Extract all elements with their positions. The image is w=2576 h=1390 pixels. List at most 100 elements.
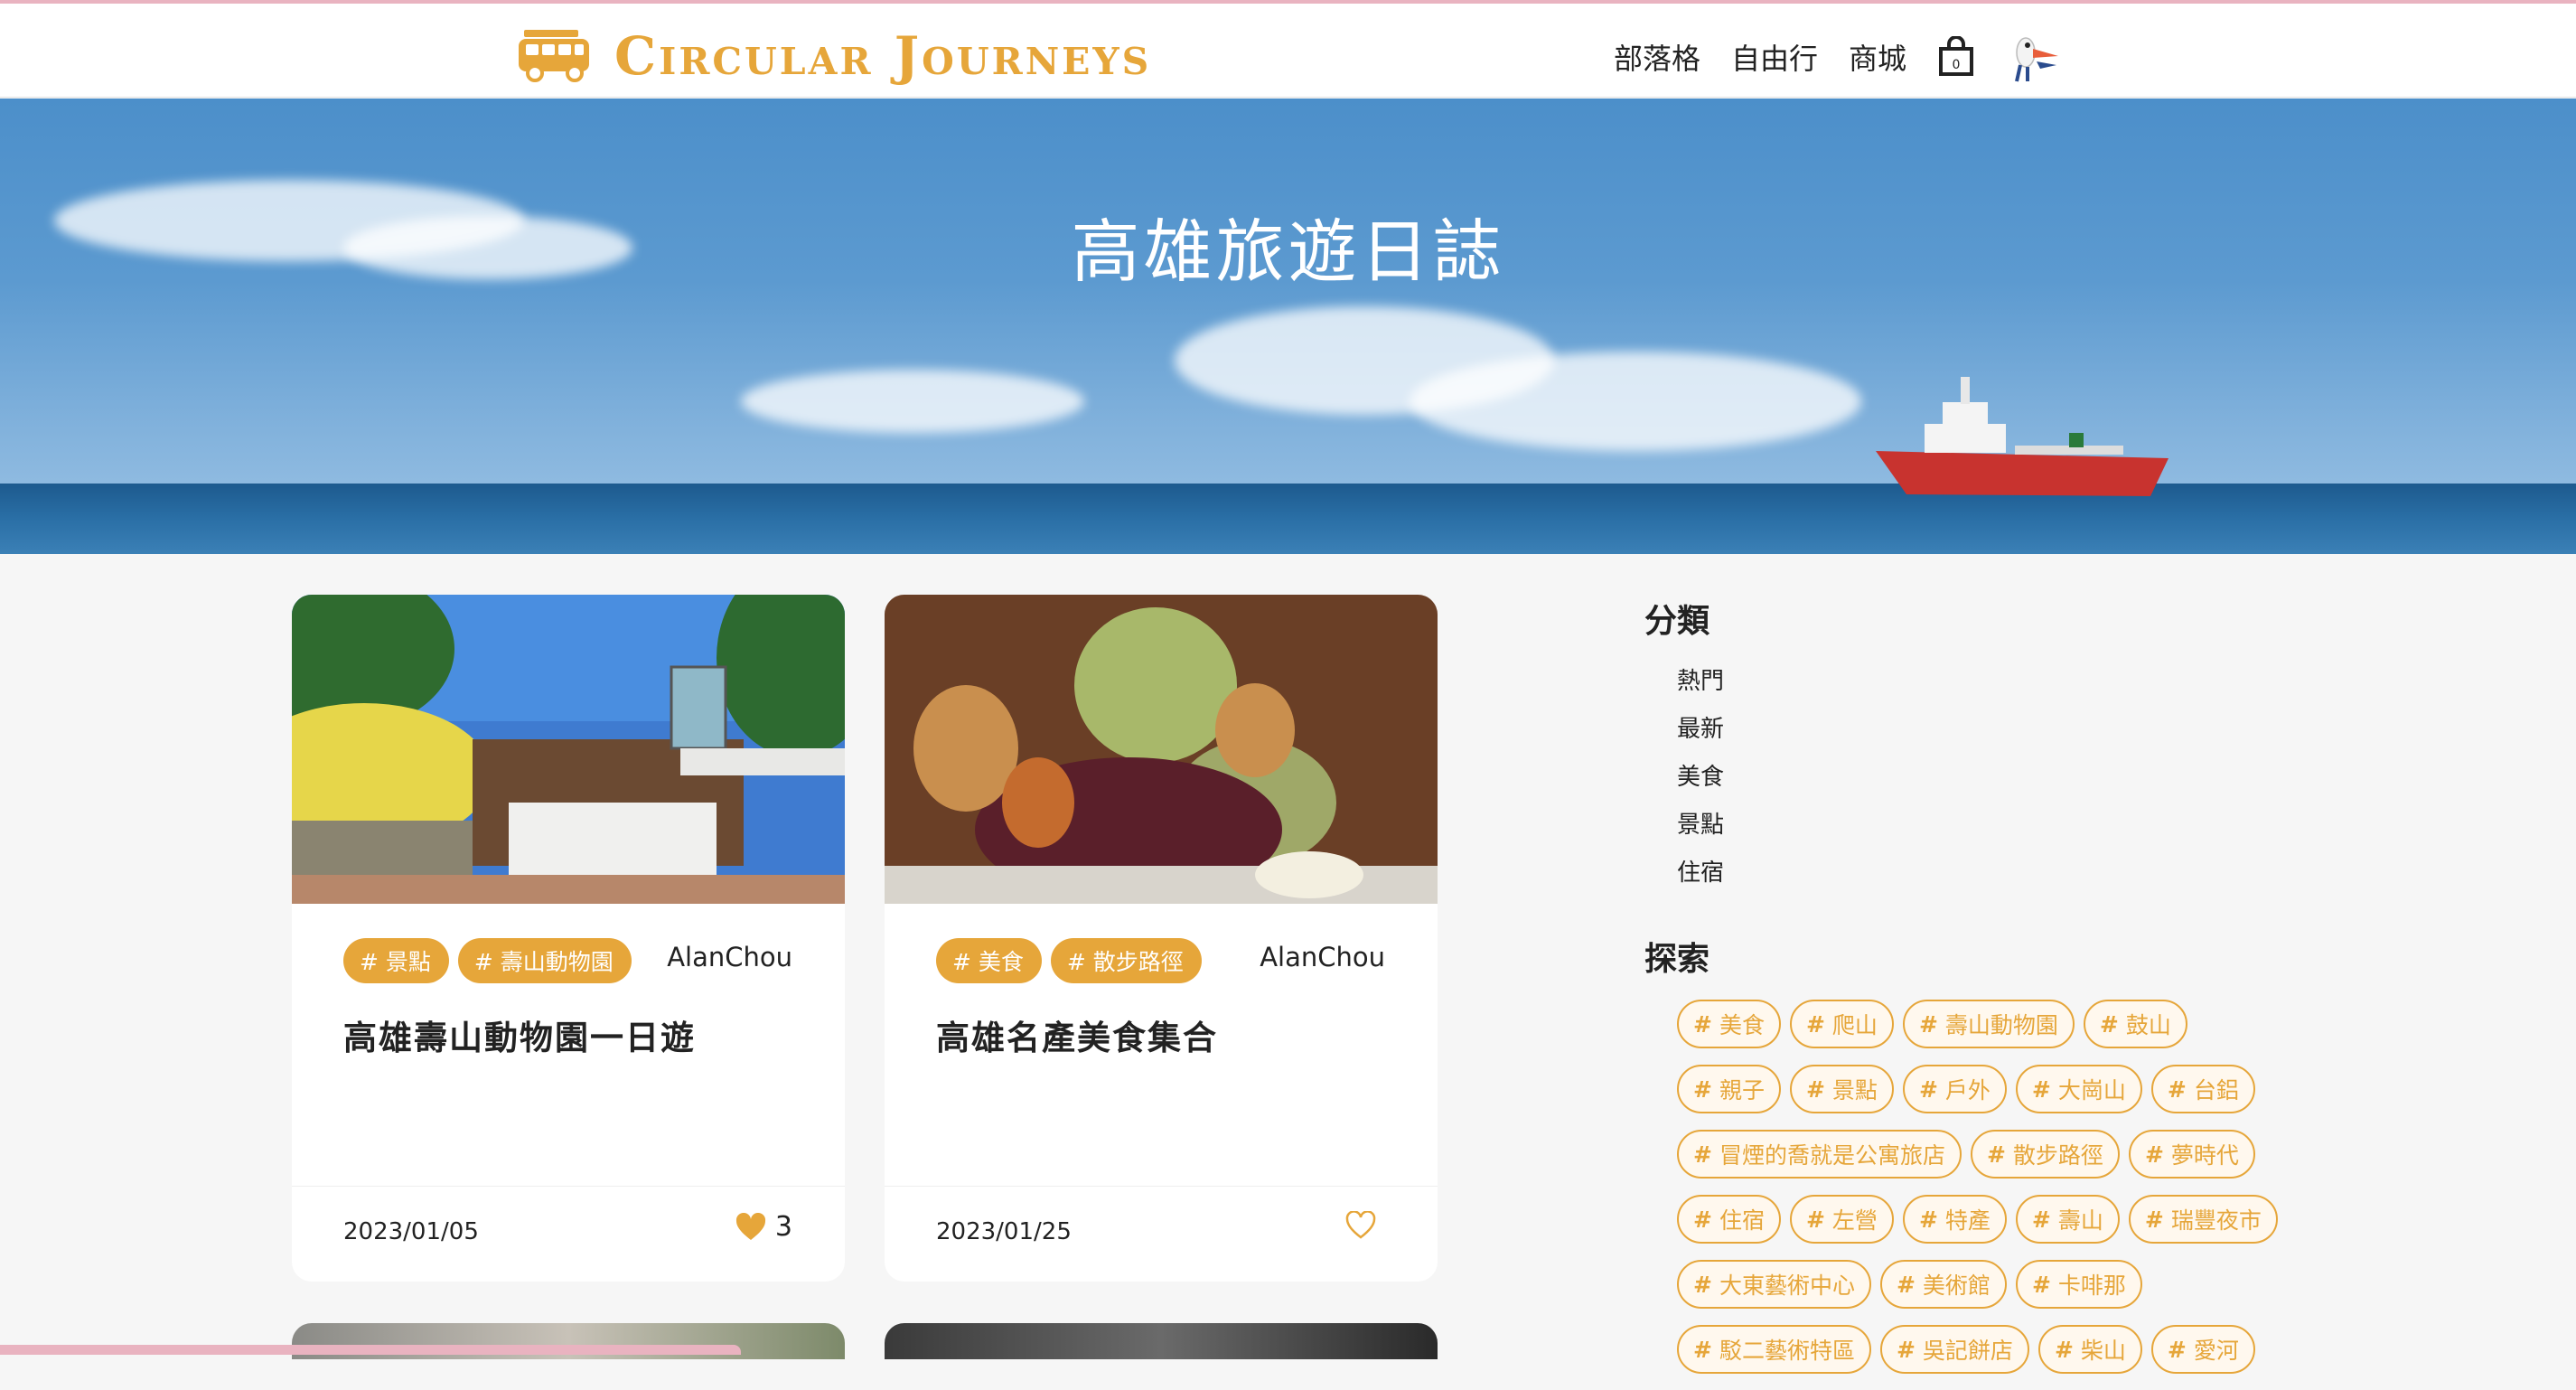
explore-tag[interactable]: # 美術館: [1879, 1260, 2007, 1309]
tag-pill[interactable]: # 散步路徑: [1050, 938, 1202, 983]
tag-label: 大東藝術中心: [1719, 1273, 1855, 1299]
post-thumbnail-food: [885, 595, 1438, 904]
post-date: 2023/01/25: [936, 1218, 1072, 1245]
explore-tag[interactable]: # 住宿: [1677, 1195, 1781, 1244]
tag-label: 美食: [1719, 1012, 1765, 1038]
category-item-hot[interactable]: 熱門: [1677, 658, 1724, 706]
explore-tag[interactable]: # 親子: [1677, 1065, 1781, 1113]
post-title[interactable]: 高雄名產美食集合: [936, 1010, 1218, 1059]
explore-tag[interactable]: # 瑞豐夜市: [2128, 1195, 2278, 1244]
main-nav: 部落格 自由行 商城: [1614, 36, 1906, 78]
tag-row: # 冒煙的喬就是公寓旅店 # 散步路徑 # 夢時代: [1677, 1130, 2309, 1179]
tag-label: 壽山動物園: [1944, 1012, 2058, 1038]
explore-tag[interactable]: # 景點: [1789, 1065, 1894, 1113]
explore-tag[interactable]: # 冒煙的喬就是公寓旅店: [1677, 1130, 1962, 1179]
tag-label: 台鋁: [2193, 1077, 2239, 1104]
explore-tag[interactable]: # 卡啡那: [2015, 1260, 2142, 1309]
svg-text:0: 0: [1953, 58, 1961, 72]
explore-tag[interactable]: # 特產: [1902, 1195, 2007, 1244]
explore-tag[interactable]: # 美食: [1677, 1000, 1781, 1048]
tag-pill[interactable]: # 美食: [936, 938, 1042, 983]
tag-label: 親子: [1719, 1077, 1765, 1104]
category-item-attractions[interactable]: 景點: [1677, 802, 1724, 850]
tag-pill[interactable]: # 壽山動物園: [457, 938, 632, 983]
explore-tag[interactable]: # 大崗山: [2015, 1065, 2142, 1113]
nav-item-blog[interactable]: 部落格: [1614, 36, 1700, 78]
tag-label: 冒煙的喬就是公寓旅店: [1719, 1142, 1945, 1169]
post-thumbnail-zoo: [292, 595, 845, 904]
explore-tag[interactable]: # 吳記餅店: [1879, 1325, 2029, 1374]
tag-pill[interactable]: # 景點: [343, 938, 449, 983]
tag-label: 景點: [1831, 1077, 1878, 1104]
tag-label: 爬山: [1831, 1012, 1878, 1038]
nav-item-self-travel[interactable]: 自由行: [1731, 36, 1818, 78]
heart-icon: [735, 1212, 765, 1240]
tag-label: 壽山: [2057, 1207, 2103, 1234]
tag-label: 左營: [1831, 1207, 1878, 1234]
tag-label: 戶外: [1944, 1077, 1991, 1104]
explore-tag[interactable]: # 柴山: [2037, 1325, 2142, 1374]
hero-cloud: [1410, 352, 1861, 451]
category-item-lodging[interactable]: 住宿: [1677, 850, 1724, 897]
explore-tag[interactable]: # 散步路徑: [1970, 1130, 2120, 1179]
post-card[interactable]: # 美食 # 散步路徑 AlanChou 高雄名產美食集合 2023/01/25: [885, 595, 1438, 1282]
post-date: 2023/01/05: [343, 1218, 479, 1245]
category-list: 熱門 最新 美食 景點 住宿: [1677, 658, 1724, 897]
shopping-bag-icon[interactable]: 0: [1937, 36, 1975, 78]
tag-label: 美術館: [1922, 1273, 1991, 1299]
card-divider: [885, 1186, 1438, 1187]
bird-avatar-icon[interactable]: [2004, 29, 2060, 85]
explore-tag-cloud: # 美食 # 爬山 # 壽山動物園 # 鼓山 # 親子 # 景點 # 戶外 # 大崗山 # 台鋁 …: [1677, 1000, 2309, 1390]
tag-label: 卡啡那: [2057, 1273, 2126, 1299]
post-author[interactable]: AlanChou: [1260, 942, 1385, 972]
explore-tag[interactable]: # 爬山: [1789, 1000, 1894, 1048]
post-tags: # 美食 # 散步路徑: [936, 938, 1202, 983]
page-title: 高雄旅遊日誌: [1071, 211, 1505, 292]
hero-sea: [0, 484, 2576, 554]
explore-tag[interactable]: # 台鋁: [2150, 1065, 2255, 1113]
post-card[interactable]: # 景點 # 壽山動物園 AlanChou 高雄壽山動物園一日遊 2023/01…: [292, 595, 845, 1282]
tag-label: 夢時代: [2170, 1142, 2239, 1169]
explore-tag[interactable]: # 戶外: [1902, 1065, 2007, 1113]
tag-label: 散步路徑: [2012, 1142, 2103, 1169]
explore-tag[interactable]: # 壽山動物園: [1902, 1000, 2075, 1048]
tag-label: 特產: [1944, 1207, 1991, 1234]
explore-heading: 探索: [1644, 941, 1710, 978]
tag-label: 瑞豐夜市: [2170, 1207, 2262, 1234]
brand-logo[interactable]: Circular Journeys: [515, 23, 1151, 89]
tag-row: # 駁二藝術特區 # 吳記餅店 # 柴山 # 愛河: [1677, 1325, 2309, 1374]
explore-tag[interactable]: # 愛河: [2150, 1325, 2255, 1374]
tag-label: 柴山: [2080, 1338, 2126, 1364]
nav-item-shop[interactable]: 商城: [1849, 36, 1906, 78]
hero-banner: 高雄旅遊日誌: [0, 99, 2576, 554]
post-author[interactable]: AlanChou: [667, 942, 792, 972]
like-button[interactable]: [1345, 1211, 1385, 1240]
tag-label: 住宿: [1719, 1207, 1765, 1234]
explore-tag[interactable]: # 夢時代: [2128, 1130, 2255, 1179]
explore-tag[interactable]: # 鼓山: [2083, 1000, 2187, 1048]
tag-row: # 美食 # 爬山 # 壽山動物園 # 鼓山: [1677, 1000, 2309, 1048]
tag-label: 鼓山: [2125, 1012, 2171, 1038]
post-card-peek[interactable]: [885, 1323, 1438, 1359]
like-button[interactable]: 3: [735, 1211, 792, 1243]
tag-label: 駁二藝術特區: [1719, 1338, 1855, 1364]
category-item-latest[interactable]: 最新: [1677, 706, 1724, 754]
explore-tag[interactable]: # 壽山: [2015, 1195, 2120, 1244]
explore-tag[interactable]: # 駁二藝術特區: [1677, 1325, 1871, 1374]
explore-tag[interactable]: # 左營: [1789, 1195, 1894, 1244]
brand-name: Circular Journeys: [614, 25, 1152, 87]
heart-outline-icon: [1345, 1211, 1376, 1239]
explore-tag[interactable]: # 大東藝術中心: [1677, 1260, 1871, 1309]
like-count: 3: [774, 1211, 792, 1243]
site-header: Circular Journeys 部落格 自由行 商城 0: [0, 4, 2576, 98]
tag-label: 吳記餅店: [1922, 1338, 2013, 1364]
tag-row: # 住宿 # 左營 # 特產 # 壽山 # 瑞豐夜市: [1677, 1195, 2309, 1244]
post-tags: # 景點 # 壽山動物園: [343, 938, 632, 983]
tag-label: 大崗山: [2057, 1077, 2126, 1104]
van-logo-icon: [519, 30, 589, 82]
post-title[interactable]: 高雄壽山動物園一日遊: [343, 1010, 696, 1059]
category-item-food[interactable]: 美食: [1677, 754, 1724, 802]
ship-illustration: [1876, 377, 2169, 496]
horizontal-scrollbar[interactable]: [0, 1345, 741, 1355]
card-divider: [292, 1186, 845, 1187]
